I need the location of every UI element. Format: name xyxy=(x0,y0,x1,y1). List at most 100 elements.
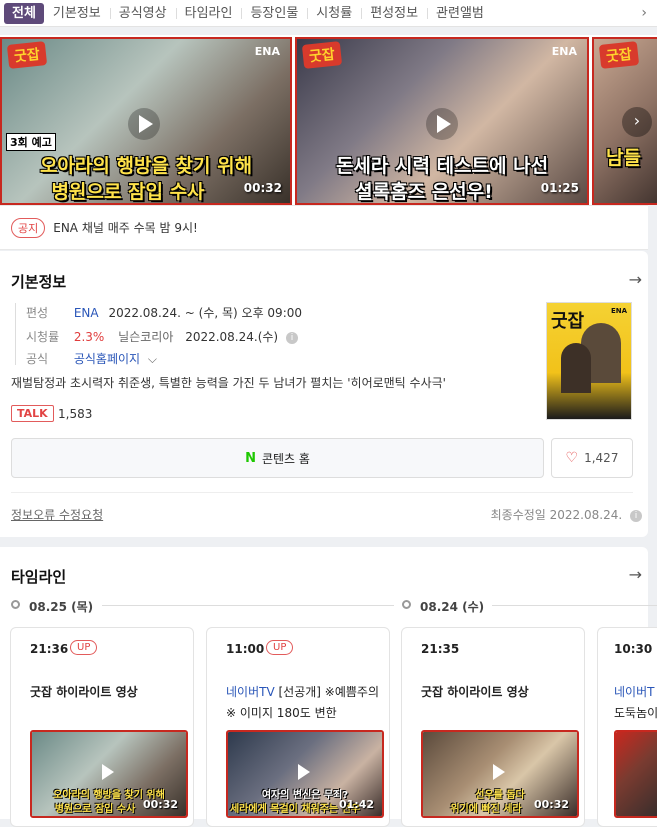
talk-count: 1,583 xyxy=(58,407,93,421)
timeline-line xyxy=(102,605,394,606)
video-duration: 01:25 xyxy=(540,181,579,195)
rating-label: 시청률 xyxy=(26,330,60,344)
timeline-text: 굿잡 하이라이트 영상 xyxy=(30,682,190,703)
show-logo: 굿잡 xyxy=(6,41,47,69)
info-icon[interactable]: i xyxy=(285,331,298,344)
timeline-item[interactable]: 21:36 UP 굿잡 하이라이트 영상 오아라의 행방을 찾기 위해 병원으로… xyxy=(10,627,194,827)
play-icon xyxy=(128,108,160,140)
content-home-label: 콘텐츠 홈 xyxy=(261,451,310,466)
tab-timeline[interactable]: 타임라인 xyxy=(175,3,242,24)
up-badge: UP xyxy=(266,640,294,655)
timeline-time: 21:36 xyxy=(30,642,69,656)
channel-logo: ENA xyxy=(254,45,280,58)
arrow-right-icon[interactable]: → xyxy=(629,270,642,289)
heart-icon: ♡ xyxy=(565,450,579,466)
source-link[interactable]: 네이버T xyxy=(614,682,657,703)
video-duration: 01:42 xyxy=(338,798,374,811)
timeline-time: 21:35 xyxy=(421,642,460,656)
timeline-line xyxy=(492,605,657,606)
timeline-text: 네이버T 도둑놈이 xyxy=(614,682,657,724)
timeline-date: 08.24 (수) xyxy=(420,600,485,614)
timeline-time: 10:30 xyxy=(614,642,653,656)
report-error-link[interactable]: 정보오류 수정요청 xyxy=(11,506,103,523)
naver-n-icon: N xyxy=(245,450,256,466)
timeline-thumbnail[interactable] xyxy=(614,730,657,818)
video-caption-line1: 돈세라 시력 테스트에 나선 xyxy=(335,155,549,177)
play-icon xyxy=(102,764,114,780)
timeline-dot xyxy=(402,600,411,609)
like-button[interactable]: ♡ 1,427 xyxy=(551,438,633,478)
video-thumbnail[interactable]: 굿잡 ENA 돈세라 시력 테스트에 나선 셜록홈즈 은선우! 01:25 xyxy=(295,37,589,205)
notice-bar: 공지 ENA 채널 매주 수목 밤 9시! xyxy=(0,205,648,250)
timeline-item[interactable]: 21:35 굿잡 하이라이트 영상 선우를 돕다 위기에 빠진 세라 00:32 xyxy=(401,627,585,827)
timeline-thumbnail[interactable]: 선우를 돕다 위기에 빠진 세라 00:32 xyxy=(421,730,579,818)
last-updated-text: 최종수정일 2022.08.24. xyxy=(490,508,623,522)
poster-title: 굿잡 xyxy=(551,311,585,332)
broadcast-row: 편성 ENA 2022.08.24. ~ (수, 목) 오후 09:00 xyxy=(26,304,302,321)
like-count: 1,427 xyxy=(584,451,619,465)
source-link[interactable]: 네이버TV xyxy=(226,685,275,699)
timeline-text: 굿잡 하이라이트 영상 xyxy=(421,682,581,703)
tab-characters[interactable]: 등장인물 xyxy=(241,3,307,24)
official-label: 공식 xyxy=(26,352,49,366)
carousel-next-button[interactable]: › xyxy=(622,107,652,137)
arrow-right-icon[interactable]: → xyxy=(629,565,642,584)
video-thumbnail[interactable]: 굿잡 ENA 3회 예고 오아라의 행방을 찾기 위해 병원으로 잠입 수사 0… xyxy=(0,37,292,205)
info-divider xyxy=(15,303,16,365)
timeline-dot xyxy=(11,600,20,609)
schedule-text: 2022.08.24. ~ (수, 목) 오후 09:00 xyxy=(108,306,303,320)
show-description: 재벌탐정과 초시력자 취준생, 특별한 능력을 가진 두 남녀가 펼치는 '히어… xyxy=(11,376,446,390)
content-home-button[interactable]: N 콘텐츠 홈 xyxy=(11,438,544,478)
rating-value: 2.3% xyxy=(73,330,105,344)
notice-badge: 공지 xyxy=(11,217,46,238)
video-caption-line2: 셜록홈즈 은선우! xyxy=(355,181,493,203)
up-badge: UP xyxy=(70,640,98,655)
divider xyxy=(11,492,633,493)
timeline-item[interactable]: 11:00 UP 네이버TV [선공개] ※예쁨주의※ 이미지 180도 변한 … xyxy=(206,627,390,827)
tab-official-video[interactable]: 공식영상 xyxy=(109,3,176,24)
timeline-item[interactable]: 10:30 네이버T 도둑놈이 xyxy=(597,627,657,827)
official-homepage-link[interactable]: 공식홈페이지 xyxy=(74,352,140,366)
video-duration: 00:32 xyxy=(533,798,569,811)
channel-logo: ENA xyxy=(551,45,577,58)
timeline-title: 타임라인 xyxy=(11,568,67,586)
timeline-thumbnail[interactable]: 여자의 변신은 무죄? 세라에게 목걸이 채워주는 선우 01:42 xyxy=(226,730,384,818)
video-duration: 00:32 xyxy=(142,798,178,811)
tab-ratings[interactable]: 시청률 xyxy=(307,3,361,24)
timeline-thumbnail[interactable]: 오아라의 행방을 찾기 위해 병원으로 잠입 수사 00:32 xyxy=(30,730,188,818)
play-icon xyxy=(493,764,505,780)
tab-schedule[interactable]: 편성정보 xyxy=(361,3,427,24)
tab-all[interactable]: 전체 xyxy=(4,2,44,24)
rating-row: 시청률 2.3% 닐슨코리아 2022.08.24.(수) i xyxy=(26,328,298,345)
category-tabs: 전체 기본정보 공식영상 타임라인 등장인물 시청률 편성정보 관련앨범 › xyxy=(0,0,657,27)
play-icon xyxy=(426,108,458,140)
channel-link[interactable]: ENA xyxy=(74,306,99,320)
tab-related-albums[interactable]: 관련앨범 xyxy=(427,3,493,24)
last-updated: 최종수정일 2022.08.24. i xyxy=(491,506,642,523)
broadcast-label: 편성 xyxy=(26,306,49,320)
video-duration: 00:32 xyxy=(243,181,282,195)
official-row: 공식 공식홈페이지 ⌵ xyxy=(26,350,157,367)
show-logo: 굿잡 xyxy=(301,41,342,69)
timeline-text-body: 굿잡 하이라이트 영상 xyxy=(30,685,138,699)
tab-basic-info[interactable]: 기본정보 xyxy=(44,3,110,24)
info-icon[interactable]: i xyxy=(630,509,642,522)
poster-figure xyxy=(561,343,591,393)
timeline-text: 네이버TV [선공개] ※예쁨주의※ 이미지 180도 변한 xyxy=(226,682,386,724)
video-caption-line1: 남들 xyxy=(606,147,641,169)
notice-text: ENA 채널 매주 수목 밤 9시! xyxy=(53,221,198,235)
talk-badge[interactable]: TALK xyxy=(11,405,54,422)
chevron-down-icon[interactable]: ⌵ xyxy=(148,352,157,366)
rating-source: 닐슨코리아 xyxy=(118,330,174,344)
show-poster[interactable]: 굿잡 ENA xyxy=(546,302,632,420)
video-carousel: 굿잡 ENA 3회 예고 오아라의 행방을 찾기 위해 병원으로 잠입 수사 0… xyxy=(0,35,657,205)
timeline-date: 08.25 (목) xyxy=(29,600,94,614)
timeline-text-body: 굿잡 하이라이트 영상 xyxy=(421,685,529,699)
poster-channel: ENA xyxy=(610,307,627,315)
play-icon xyxy=(298,764,310,780)
video-caption-line2: 병원으로 잠입 수사 xyxy=(51,181,205,203)
video-caption-line1: 오아라의 행방을 찾기 위해 xyxy=(39,155,253,177)
show-logo: 굿잡 xyxy=(598,41,639,69)
chevron-right-icon[interactable]: › xyxy=(631,5,657,21)
timeline-time: 11:00 xyxy=(226,642,265,656)
